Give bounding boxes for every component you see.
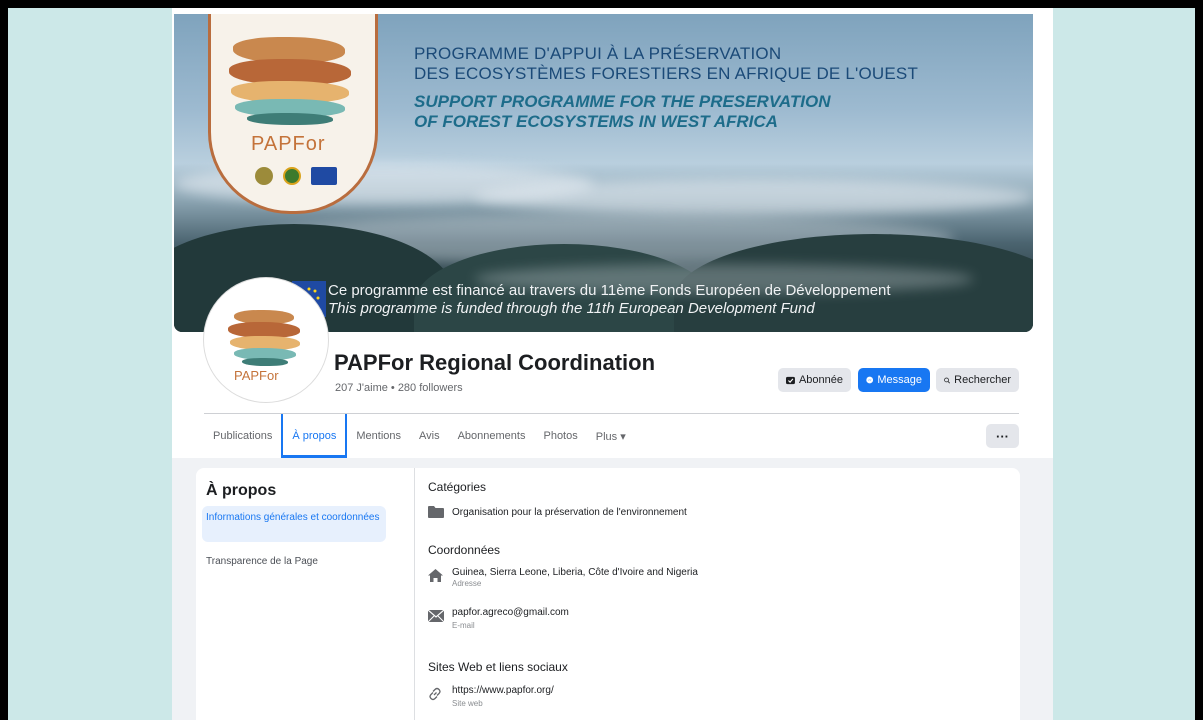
cover-title-fr-2: DES ECOSYSTÈMES FORESTIERS EN AFRIQUE DE… <box>414 64 919 83</box>
mist <box>474 179 1033 215</box>
address-value: Guinea, Sierra Leone, Liberia, Côte d'Iv… <box>452 567 698 578</box>
home-icon <box>428 569 443 582</box>
address-label: Adresse <box>452 579 482 588</box>
search-label: Rechercher <box>954 374 1011 386</box>
cover-photo[interactable]: PROGRAMME D'APPUI À LA PRÉSERVATION DES … <box>174 14 1033 332</box>
papfor-logo-text: PAPFor <box>251 133 326 155</box>
link-icon <box>429 687 441 701</box>
page-title: PAPFor Regional Coordination <box>334 350 656 375</box>
email-label: E-mail <box>452 621 475 630</box>
cover-title-fr-1: PROGRAMME D'APPUI À LA PRÉSERVATION <box>414 44 782 63</box>
cover-title-en-2: OF FOREST ECOSYSTEMS IN WEST AFRICA <box>414 112 778 131</box>
search-icon <box>944 377 951 383</box>
about-card: À propos Informations générales et coord… <box>196 468 1020 720</box>
papfor-badge-logo: PAPFor <box>208 14 378 214</box>
sidebar-item-general-info[interactable]: Informations générales et coordonnées <box>202 506 386 542</box>
search-button[interactable]: Rechercher <box>936 368 1019 392</box>
tab-subscriptions[interactable]: Abonnements <box>449 414 535 458</box>
papfor-logo: PAPFor <box>220 296 310 384</box>
tab-about[interactable]: À propos <box>281 414 348 458</box>
cover-title-en-1: SUPPORT PROGRAMME FOR THE PRESERVATION <box>414 92 831 111</box>
papfor-logo-text: PAPFor <box>234 368 279 383</box>
ecowas-logo-icon <box>255 167 273 185</box>
category-value[interactable]: Organisation pour la préservation de l'e… <box>452 507 687 518</box>
website-label: Site web <box>452 699 483 708</box>
logo-band <box>242 358 288 366</box>
cover-funding-fr: Ce programme est financé au travers du 1… <box>328 282 891 299</box>
contact-title: Coordonnées <box>428 543 501 557</box>
follow-button[interactable]: Abonnée <box>778 368 851 392</box>
sidebar-item-transparency[interactable]: Transparence de la Page <box>206 556 318 567</box>
tab-more[interactable]: Plus ▾ <box>587 414 635 458</box>
logo-band <box>247 113 333 125</box>
follow-icon <box>786 376 795 384</box>
profile-picture[interactable]: PAPFor <box>204 278 328 402</box>
about-title: À propos <box>206 482 277 499</box>
web-links-title: Sites Web et liens sociaux <box>428 660 568 674</box>
tab-photos[interactable]: Photos <box>534 414 586 458</box>
tab-reviews[interactable]: Avis <box>410 414 449 458</box>
message-label: Message <box>877 374 922 386</box>
partner-logo-icon <box>283 167 301 185</box>
page-tabs: Publications À propos Mentions Avis Abon… <box>204 414 635 458</box>
screenshot-frame: PROGRAMME D'APPUI À LA PRÉSERVATION DES … <box>8 8 1195 720</box>
facebook-page: PROGRAMME D'APPUI À LA PRÉSERVATION DES … <box>172 8 1053 720</box>
folder-icon <box>428 506 444 518</box>
envelope-icon <box>428 610 444 622</box>
about-sidebar: À propos Informations générales et coord… <box>196 468 415 720</box>
categories-title: Catégories <box>428 480 487 494</box>
message-button[interactable]: Message <box>858 368 930 392</box>
follow-label: Abonnée <box>798 374 843 386</box>
page-stats[interactable]: 207 J'aime • 280 followers <box>335 382 463 394</box>
cover-funding-en: This programme is funded through the 11t… <box>328 300 815 317</box>
email-value[interactable]: papfor.agreco@gmail.com <box>452 607 569 618</box>
eu-flag-small-icon <box>311 167 337 185</box>
website-value[interactable]: https://www.papfor.org/ <box>452 685 554 696</box>
more-options-button[interactable]: ··· <box>986 424 1019 448</box>
tab-publications[interactable]: Publications <box>204 414 281 458</box>
messenger-icon <box>866 376 874 384</box>
tab-mentions[interactable]: Mentions <box>347 414 410 458</box>
